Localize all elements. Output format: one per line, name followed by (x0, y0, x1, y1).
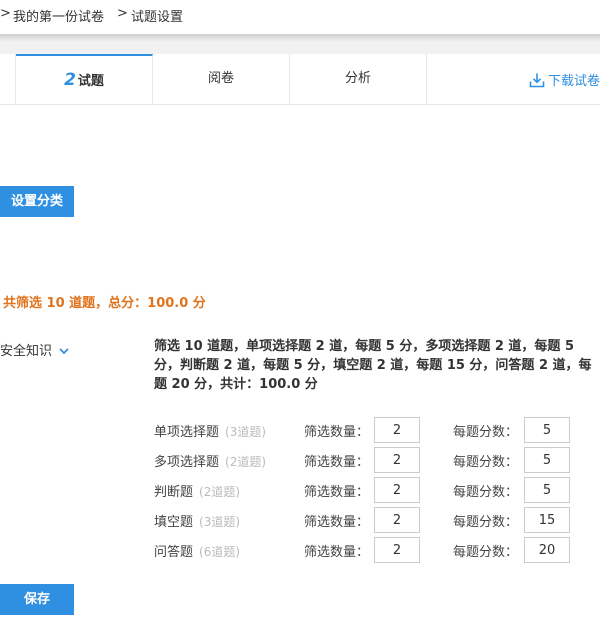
filter-count-label: 筛选数量： (304, 455, 370, 470)
score-each-label: 每题分数： (453, 425, 519, 440)
question-type-row: 单项选择题 (3道题) 筛选数量： 每题分数： (154, 417, 600, 443)
breadcrumb-separator: > (117, 6, 128, 21)
filter-count-input[interactable] (374, 537, 420, 563)
breadcrumb-current: 试题设置 (131, 10, 184, 25)
filter-count-input[interactable] (374, 447, 420, 473)
score-each-input[interactable] (524, 447, 570, 473)
question-type-label: 单项选择题 (154, 425, 220, 440)
question-type-row: 多项选择题 (2道题) 筛选数量： 每题分数： (154, 447, 600, 473)
question-type-count: (2道题) (199, 485, 241, 499)
score-each-input[interactable] (524, 507, 570, 533)
filter-count-label: 筛选数量： (304, 425, 370, 440)
tabs-background (0, 42, 600, 54)
tab-number: 2 (64, 70, 76, 90)
question-type-row: 判断题 (2道题) 筛选数量： 每题分数： (154, 477, 600, 503)
question-type-label: 判断题 (154, 485, 194, 500)
question-type-row: 填空题 (3道题) 筛选数量： 每题分数： (154, 507, 600, 533)
tab-spacer (0, 54, 16, 104)
question-type-count: (2道题) (225, 455, 267, 469)
breadcrumb-separator: > (0, 6, 11, 21)
tab-questions[interactable]: 2 试题 (16, 54, 153, 104)
score-each-label: 每题分数： (453, 485, 519, 500)
tab-grading[interactable]: 阅卷 (153, 54, 290, 104)
chevron-down-icon (59, 348, 69, 355)
question-type-count: (3道题) (225, 425, 267, 439)
score-each-input[interactable] (524, 417, 570, 443)
question-type-count: (3道题) (199, 515, 241, 529)
score-each-label: 每题分数： (453, 545, 519, 560)
tab-label: 试题 (77, 74, 104, 89)
filter-count-label: 筛选数量： (304, 545, 370, 560)
category-name: 安全知识 (0, 344, 53, 359)
score-each-label: 每题分数： (453, 515, 519, 530)
category-description: 筛选 10 道题，单项选择题 2 道，每题 5 分，多项选择题 2 道，每题 5… (154, 339, 592, 392)
tab-label: 分析 (344, 71, 371, 86)
question-type-label: 多项选择题 (154, 455, 220, 470)
download-icon (529, 73, 545, 88)
filter-count-input[interactable] (374, 417, 420, 443)
question-type-name: 单项选择题 (3道题) (154, 421, 266, 440)
question-type-name: 填空题 (3道题) (154, 511, 240, 530)
tab-bar: 2 试题 阅卷 分析 下载试卷 (0, 54, 600, 105)
score-each-input[interactable] (524, 477, 570, 503)
filter-count-label: 筛选数量： (304, 485, 370, 500)
question-type-name: 问答题 (6道题) (154, 541, 240, 560)
set-category-button[interactable]: 设置分类 (0, 186, 74, 217)
question-type-row: 问答题 (6道题) 筛选数量： 每题分数： (154, 537, 600, 563)
download-paper-link[interactable]: 下载试卷 (529, 70, 600, 89)
filter-count-label: 筛选数量： (304, 515, 370, 530)
filter-count-input[interactable] (374, 477, 420, 503)
score-each-label: 每题分数： (453, 455, 519, 470)
question-type-label: 问答题 (154, 545, 194, 560)
tab-analysis[interactable]: 分析 (290, 54, 427, 104)
breadcrumb-link-paper[interactable]: 我的第一份试卷 (13, 6, 104, 25)
download-label: 下载试卷 (547, 74, 600, 89)
breadcrumb: > 我的第一份试卷 > 试题设置 (0, 0, 600, 34)
question-type-name: 多项选择题 (2道题) (154, 451, 266, 470)
filter-summary: 共筛选 10 道题，总分：100.0 分 (3, 296, 206, 311)
header-divider (0, 34, 600, 42)
question-type-name: 判断题 (2道题) (154, 481, 240, 500)
tab-label: 阅卷 (207, 71, 234, 86)
filter-count-input[interactable] (374, 507, 420, 533)
score-each-input[interactable] (524, 537, 570, 563)
category-toggle[interactable]: 安全知识 (0, 340, 70, 359)
question-type-count: (6道题) (199, 545, 241, 559)
save-button[interactable]: 保存 (0, 584, 74, 615)
question-type-label: 填空题 (154, 515, 194, 530)
